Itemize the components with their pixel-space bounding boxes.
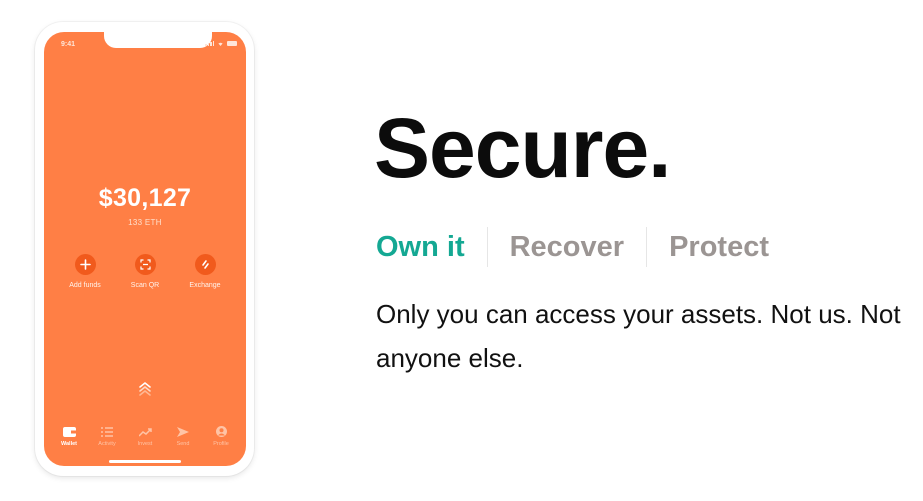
status-icons [205,41,237,46]
tab-profile[interactable]: Profile [204,425,238,447]
exchange-label: Exchange [189,282,221,289]
wallet-icon [62,426,76,437]
battery-icon [227,41,237,46]
balance-eth: 133 ETH [128,218,162,227]
tab-invest[interactable]: Invest [128,425,162,447]
exchange-button[interactable]: Exchange [175,254,235,289]
tab-wallet-label: Wallet [61,441,77,447]
phone-screen: 9:41 $30,127 133 ETH Add funds Scan QR E… [44,32,246,466]
swipe-up-chevrons-icon[interactable] [135,379,155,401]
signal-icon [205,41,214,46]
tab-send[interactable]: Send [166,425,200,447]
profile-icon [215,426,227,437]
home-indicator [109,460,181,463]
scan-qr-button[interactable]: Scan QR [115,254,175,289]
tab-send-label: Send [176,441,190,447]
list-icon [101,426,113,437]
feature-description: Only you can access your assets. Not us.… [376,299,901,373]
add-funds-button[interactable]: Add funds [55,254,115,289]
tab-recover[interactable]: Recover [488,227,646,267]
tab-profile-label: Profile [213,441,229,447]
send-icon [177,426,189,437]
phone-tab-bar: Wallet Activity Invest Send Profile [44,425,246,447]
tab-wallet[interactable]: Wallet [52,425,86,447]
phone-notch [104,32,212,48]
tab-activity-label: Activity [98,441,116,447]
wifi-icon [218,42,223,46]
scan-qr-label: Scan QR [130,282,160,289]
add-funds-label: Add funds [69,282,101,289]
tab-protect[interactable]: Protect [647,227,791,267]
tab-own-it[interactable]: Own it [376,227,487,267]
feature-tabs: Own it Recover Protect [376,227,791,267]
headline: Secure. [374,101,672,195]
balance-amount: $30,127 [98,184,192,212]
exchange-icon [194,254,216,275]
plus-icon [74,254,96,275]
scan-qr-icon [134,254,156,275]
tab-activity[interactable]: Activity [90,425,124,447]
status-time: 9:41 [61,41,76,48]
tab-invest-label: Invest [137,441,153,447]
trend-up-icon [138,427,152,437]
